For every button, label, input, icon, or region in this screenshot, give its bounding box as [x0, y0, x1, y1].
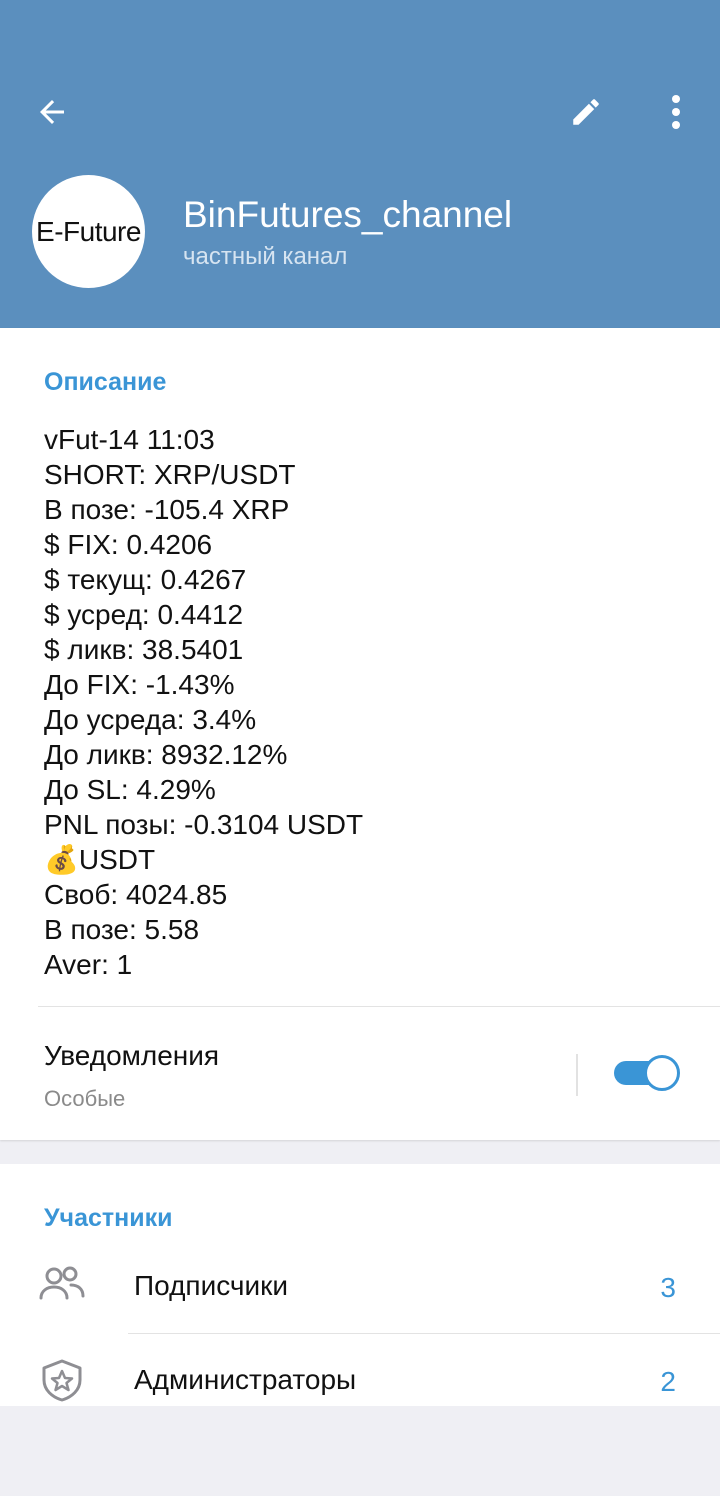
administrators-label: Администраторы [134, 1364, 357, 1395]
description-heading: Описание [44, 368, 167, 396]
members-card: Участники Подписчики 3 Администраторы 2 [0, 1164, 720, 1406]
vertical-divider [576, 1054, 578, 1096]
subscribers-label: Подписчики [134, 1270, 289, 1301]
description-line: В позе: 5.58 [44, 914, 200, 945]
more-options-button[interactable] [650, 86, 702, 138]
description-line: Aver: 1 [44, 949, 133, 980]
channel-header: E-Future BinFutures_channel частный кана… [0, 0, 720, 328]
description-line: До ликв: 8932.12% [44, 739, 288, 770]
divider [128, 1333, 720, 1334]
users-icon [39, 1266, 85, 1300]
notifications-toggle[interactable] [614, 1055, 680, 1091]
info-card: Описание vFut-14 11:03 SHORT: XRP/USDT В… [0, 328, 720, 1140]
administrators-count: 2 [660, 1366, 676, 1397]
arrow-left-icon [40, 100, 64, 124]
description-line: PNL позы: -0.3104 USDT [44, 809, 364, 840]
administrators-row[interactable]: Администраторы 2 [0, 1340, 720, 1406]
description-line: $ текущ: 0.4267 [44, 564, 247, 595]
channel-subtitle: частный канал [183, 243, 348, 270]
pencil-icon [573, 99, 599, 125]
toggle-knob [644, 1055, 680, 1091]
notifications-label: Уведомления [44, 1040, 220, 1071]
description-line: $ усред: 0.4412 [44, 599, 244, 630]
channel-title: BinFutures_channel [183, 194, 513, 235]
description-line: До FIX: -1.43% [44, 669, 235, 700]
description-line: 💰USDT [44, 844, 156, 875]
notifications-value: Особые [44, 1086, 126, 1111]
shield-star-icon [42, 1359, 82, 1402]
channel-description: vFut-14 11:03 SHORT: XRP/USDT В позе: -1… [44, 422, 363, 982]
description-line: $ ликв: 38.5401 [44, 634, 244, 665]
more-vertical-icon [672, 95, 680, 129]
description-line: До SL: 4.29% [44, 774, 216, 805]
description-line: vFut-14 11:03 [44, 424, 215, 455]
divider [38, 1006, 720, 1007]
subscribers-row[interactable]: Подписчики 3 [0, 1246, 720, 1326]
description-line: $ FIX: 0.4206 [44, 529, 213, 560]
subscribers-count: 3 [660, 1272, 676, 1303]
description-line: SHORT: XRP/USDT [44, 459, 296, 490]
members-heading: Участники [44, 1204, 173, 1232]
channel-avatar[interactable]: E-Future [32, 175, 145, 288]
description-line: Своб: 4024.85 [44, 879, 228, 910]
description-line: В позе: -105.4 XRP [44, 494, 290, 525]
description-line: До усреда: 3.4% [44, 704, 257, 735]
edit-button[interactable] [560, 86, 612, 138]
back-button[interactable] [26, 86, 78, 138]
